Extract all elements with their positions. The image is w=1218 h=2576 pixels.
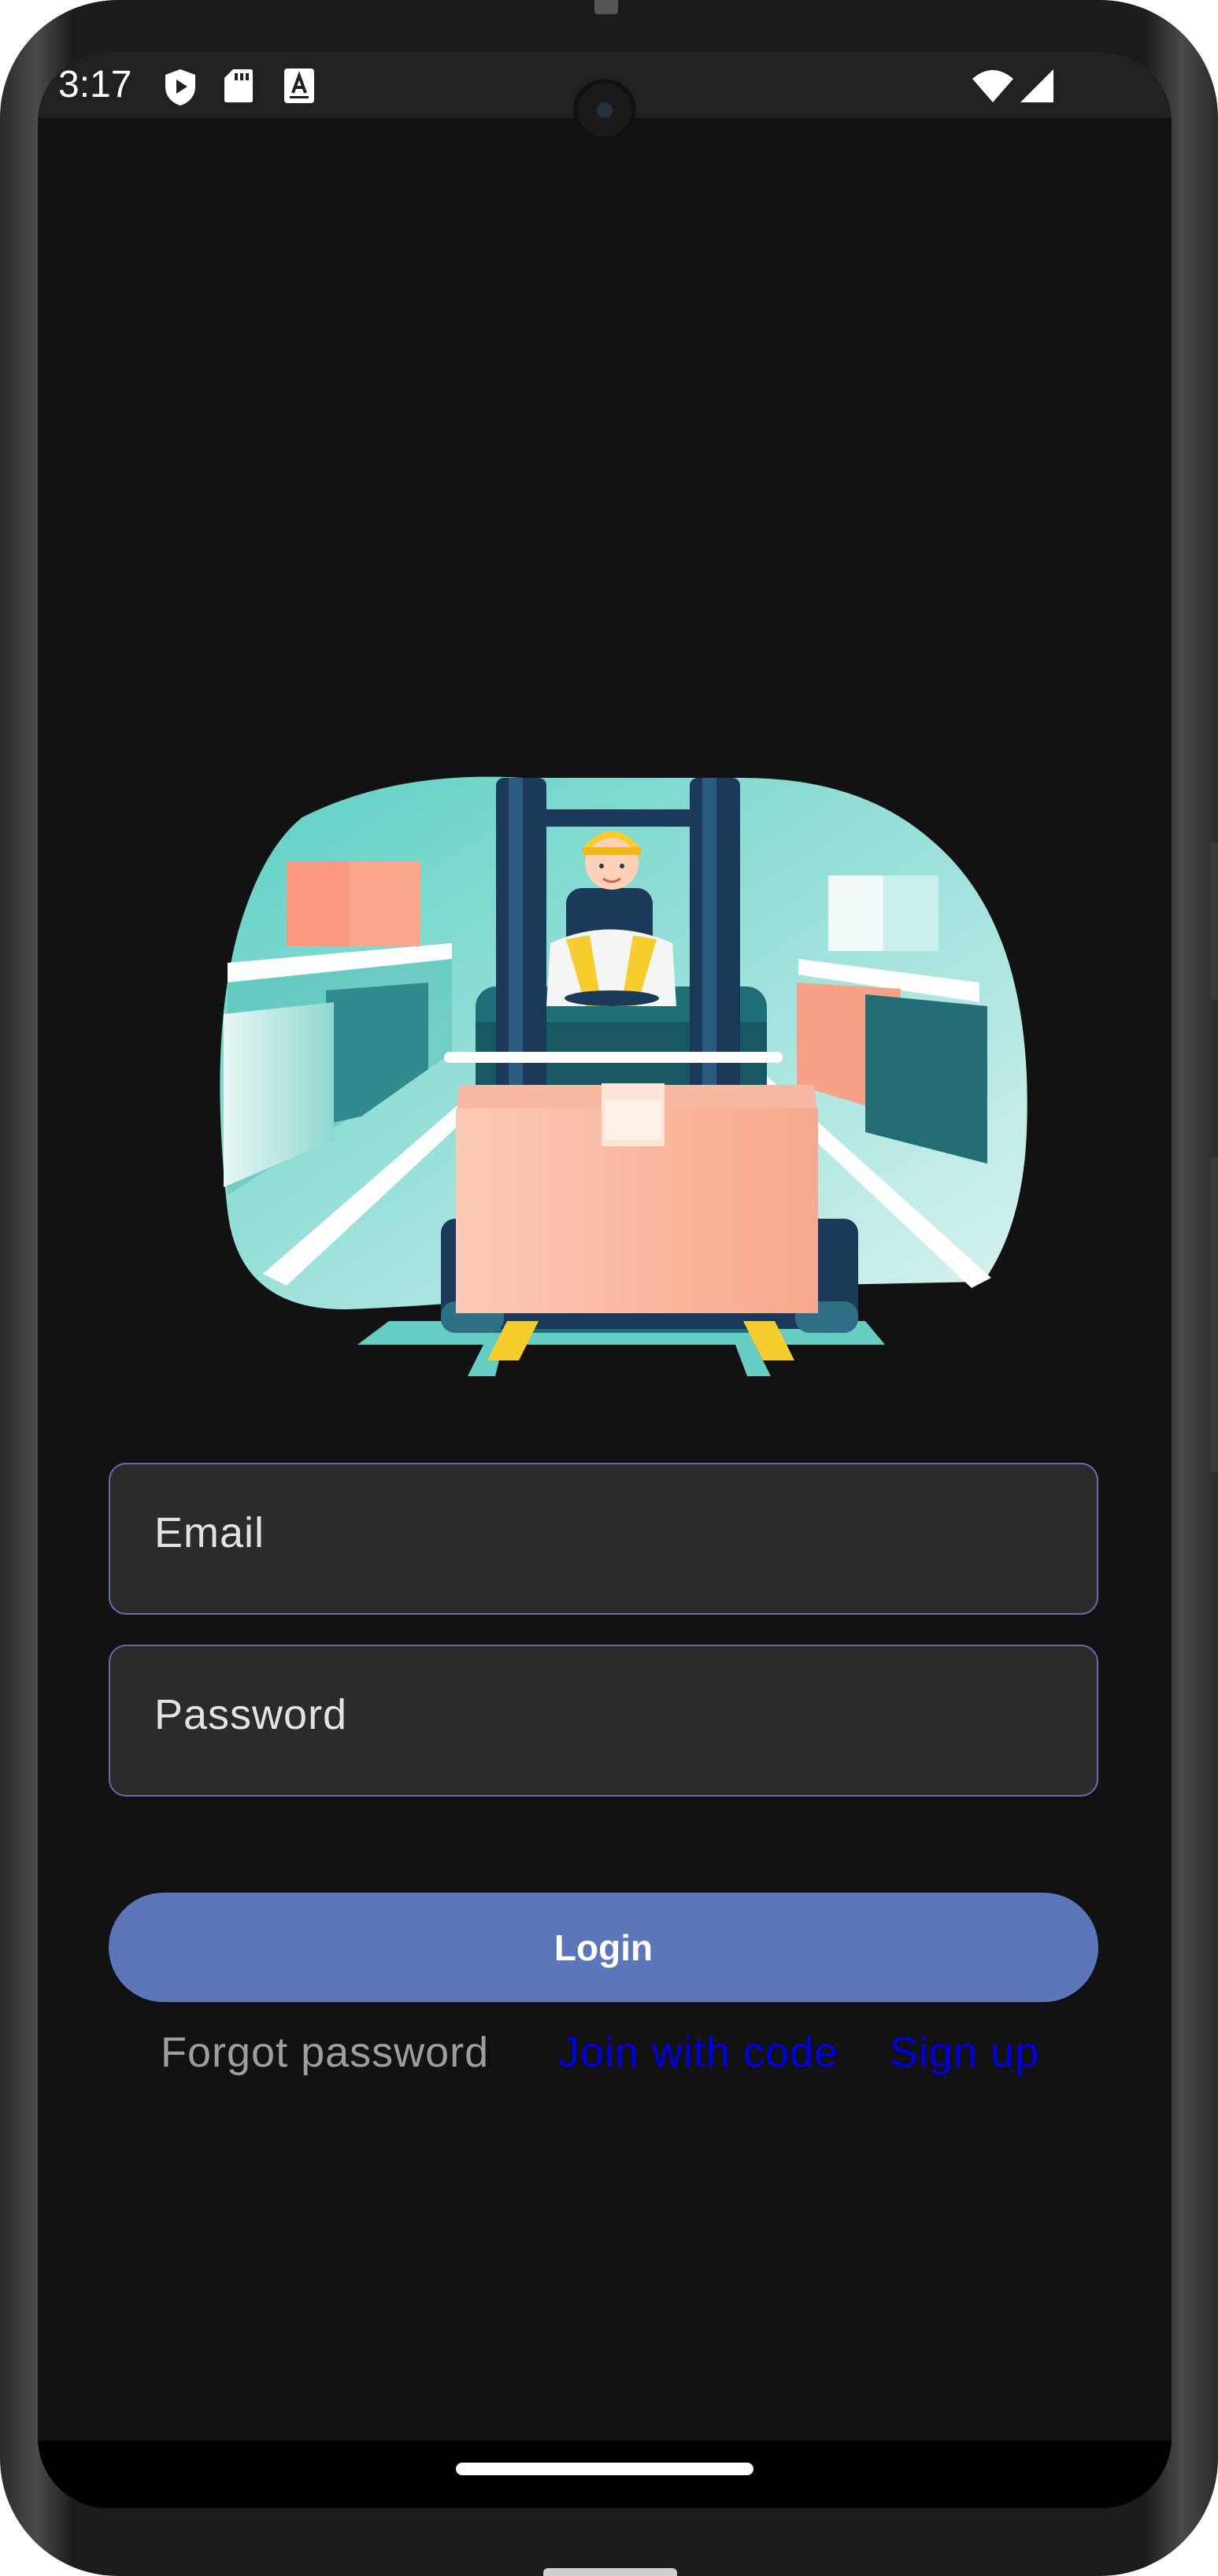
front-camera: [573, 79, 636, 142]
frame-bottom-detail: [543, 2568, 677, 2576]
home-indicator[interactable]: [456, 2463, 753, 2475]
forklift-warehouse-illustration: [192, 723, 1058, 1416]
cellular-signal-icon: [1019, 68, 1055, 108]
login-button[interactable]: Login: [109, 1893, 1098, 2002]
forgot-password-link[interactable]: Forgot password: [161, 2028, 489, 2077]
screen: 3:17 Email Password Login Forgot passwor…: [38, 52, 1172, 2508]
phone-frame: 3:17 Email Password Login Forgot passwor…: [0, 0, 1218, 2576]
password-input[interactable]: [110, 1646, 1100, 1797]
sign-up-link[interactable]: Sign up: [890, 2028, 1039, 2077]
frame-top-detail: [594, 0, 618, 14]
wifi-icon: [971, 68, 1015, 108]
font-a-icon: [283, 68, 315, 108]
password-field[interactable]: Password: [109, 1645, 1100, 1797]
join-with-code-link[interactable]: Join with code: [558, 2028, 839, 2077]
power-button: [1210, 842, 1218, 1000]
sd-card-icon: [224, 68, 254, 108]
status-time: 3:17: [58, 64, 132, 105]
volume-button: [1210, 1157, 1218, 1472]
email-field[interactable]: Email: [109, 1463, 1100, 1615]
email-input[interactable]: [110, 1464, 1100, 1615]
shield-play-icon: [162, 68, 198, 111]
